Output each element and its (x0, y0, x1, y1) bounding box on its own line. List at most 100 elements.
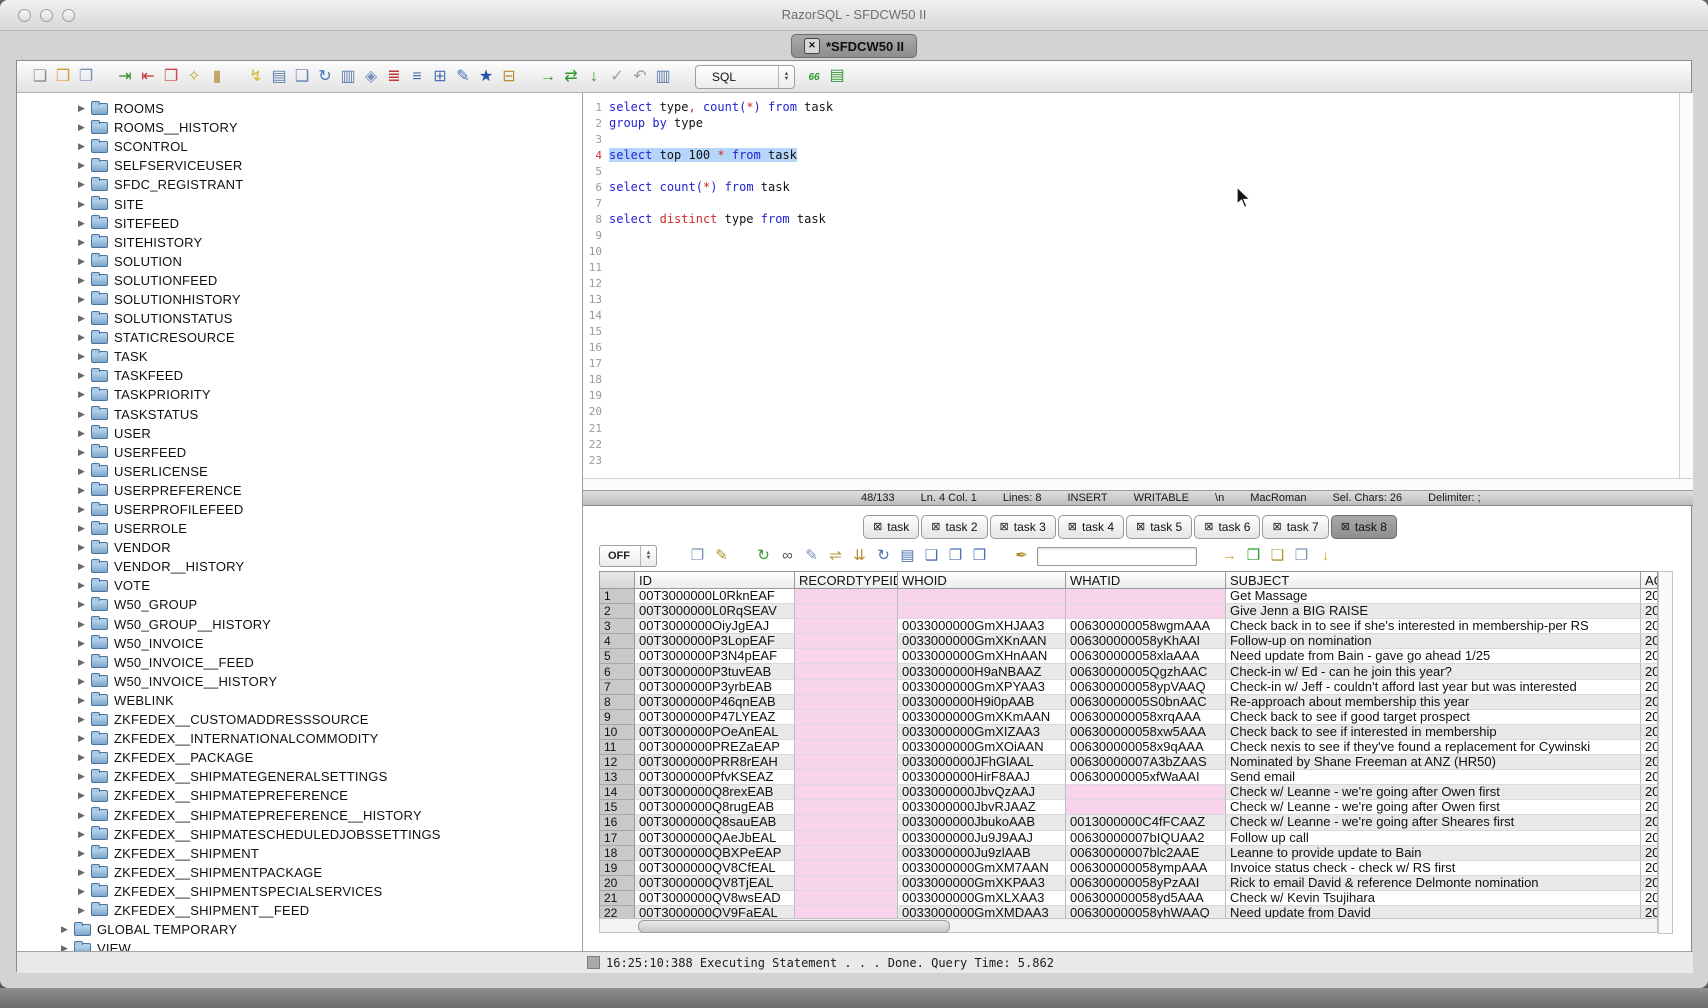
tree-item-task[interactable]: ▶TASK (17, 347, 582, 366)
tree-item-scontrol[interactable]: ▶SCONTROL (17, 137, 582, 156)
tree-item-zkfedex__shipmentspecialservices[interactable]: ▶ZKFEDEX__SHIPMENTSPECIALSERVICES (17, 882, 582, 901)
tree-item-selfserviceuser[interactable]: ▶SELFSERVICEUSER (17, 156, 582, 175)
table-row[interactable]: 1200T3000000PRR8rEAH0033000000JFhGlAAL00… (599, 755, 1658, 770)
new-db-object-icon[interactable]: ✧ (185, 67, 203, 87)
primary-key-icon[interactable]: ✒ (1013, 546, 1030, 566)
disclosure-triangle-icon[interactable]: ▶ (75, 905, 88, 916)
table-horizontal-scrollbar[interactable] (599, 918, 1658, 933)
favorites-icon[interactable]: ★ (477, 67, 495, 87)
disclosure-triangle-icon[interactable]: ▶ (75, 237, 88, 248)
tree-item-solution[interactable]: ▶SOLUTION (17, 252, 582, 271)
result-tab-task-4[interactable]: ⊠task 4 (1058, 515, 1124, 539)
disclosure-triangle-icon[interactable]: ▶ (75, 542, 88, 553)
disclosure-triangle-icon[interactable]: ▶ (75, 676, 88, 687)
copy-table-icon[interactable]: ❒ (971, 546, 988, 566)
table-row[interactable]: 900T3000000P47LYEAZ0033000000GmXKmAAN006… (599, 710, 1658, 725)
tree-item-staticresource[interactable]: ▶STATICRESOURCE (17, 328, 582, 347)
tree-item-vendor[interactable]: ▶VENDOR (17, 538, 582, 557)
disclosure-triangle-icon[interactable]: ▶ (75, 466, 88, 477)
sort-lines-icon[interactable]: ≡ (408, 67, 426, 87)
tree-item-sfdc_registrant[interactable]: ▶SFDC_REGISTRANT (17, 175, 582, 194)
tree-item-solutionfeed[interactable]: ▶SOLUTIONFEED (17, 271, 582, 290)
export-results-icon[interactable]: ❒ (1245, 546, 1262, 566)
table-row[interactable]: 2000T3000000QV8TjEAL0033000000GmXKPAA300… (599, 876, 1658, 891)
disclosure-triangle-icon[interactable]: ▶ (75, 657, 88, 668)
disclosure-triangle-icon[interactable]: ▶ (75, 199, 88, 210)
tree-item-taskpriority[interactable]: ▶TASKPRIORITY (17, 385, 582, 404)
tree-item-zkfedex__shipment__feed[interactable]: ▶ZKFEDEX__SHIPMENT__FEED (17, 901, 582, 920)
bolt-icon[interactable]: ↯ (247, 67, 265, 87)
column-header-WHOID[interactable]: WHOID (898, 571, 1066, 589)
tree-item-taskfeed[interactable]: ▶TASKFEED (17, 366, 582, 385)
tab-close-icon[interactable]: ⊠ (1204, 522, 1213, 533)
history-doc-icon[interactable]: ▥ (654, 67, 672, 87)
tab-close-icon[interactable]: ⊠ (1136, 522, 1145, 533)
table-row[interactable]: 1000T3000000POeAnEAL0033000000GmXIZAA300… (599, 725, 1658, 740)
tree-item-w50_invoice[interactable]: ▶W50_INVOICE (17, 634, 582, 653)
disclosure-triangle-icon[interactable]: ▶ (75, 409, 88, 420)
table-row[interactable]: 400T3000000P3LopEAF0033000000GmXKnAAN006… (599, 634, 1658, 649)
table-row[interactable]: 2100T3000000QV8wsEAD0033000000GmXLXAA300… (599, 891, 1658, 906)
refresh-results-icon[interactable]: ↻ (755, 546, 772, 566)
copy-results-icon[interactable]: ❐ (947, 546, 964, 566)
disclosure-triangle-icon[interactable]: ▶ (75, 179, 88, 190)
stepper-arrows-icon[interactable]: ▲▼ (778, 66, 794, 88)
disclosure-triangle-icon[interactable]: ▶ (75, 103, 88, 114)
tree-item-zkfedex__shipmategeneralsettings[interactable]: ▶ZKFEDEX__SHIPMATEGENERALSETTINGS (17, 767, 582, 786)
split-view-icon[interactable]: ⇌ (827, 546, 844, 566)
insert-rows-icon[interactable]: ⇊ (851, 546, 868, 566)
table-view-icon[interactable]: ▤ (899, 546, 916, 566)
disclosure-triangle-icon[interactable]: ▶ (75, 447, 88, 458)
result-tab-task[interactable]: ⊠task (863, 515, 919, 539)
tree-item-vote[interactable]: ▶VOTE (17, 576, 582, 595)
fetch-icon[interactable]: ↓ (585, 67, 603, 87)
tree-item-userfeed[interactable]: ▶USERFEED (17, 443, 582, 462)
disclosure-triangle-icon[interactable]: ▶ (75, 561, 88, 572)
table-export-icon[interactable]: ⊟ (500, 67, 518, 87)
column-header-rownum[interactable] (599, 571, 635, 589)
off-dropdown[interactable]: OFF ▲▼ (599, 545, 657, 567)
result-tab-task-7[interactable]: ⊠task 7 (1262, 515, 1328, 539)
tree-item-view[interactable]: ▶VIEW (17, 939, 582, 951)
disclosure-triangle-icon[interactable]: ▶ (75, 389, 88, 400)
disclosure-triangle-icon[interactable]: ▶ (75, 886, 88, 897)
tree-item-rooms__history[interactable]: ▶ROOMS__HISTORY (17, 118, 582, 137)
disclosure-triangle-icon[interactable]: ▶ (75, 351, 88, 362)
tree-item-w50_group[interactable]: ▶W50_GROUP (17, 595, 582, 614)
column-header-WHATID[interactable]: WHATID (1066, 571, 1226, 589)
disclosure-triangle-icon[interactable]: ▶ (75, 428, 88, 439)
disclosure-triangle-icon[interactable]: ▶ (75, 733, 88, 744)
disclosure-triangle-icon[interactable]: ▶ (75, 256, 88, 267)
notebook-icon[interactable]: ▥ (339, 67, 357, 87)
disclosure-triangle-icon[interactable]: ▶ (75, 619, 88, 630)
table-row[interactable]: 1400T3000000Q8rexEAB0033000000JbvQzAAJCh… (599, 785, 1658, 800)
column-header-SUBJECT[interactable]: SUBJECT (1226, 571, 1641, 589)
tree-item-zkfedex__shipment[interactable]: ▶ZKFEDEX__SHIPMENT (17, 844, 582, 863)
execute-all-icon[interactable]: ⇄ (562, 67, 580, 87)
tree-item-w50_group__history[interactable]: ▶W50_GROUP__HISTORY (17, 615, 582, 634)
database-tree-sidebar[interactable]: ▶ROOMS▶ROOMS__HISTORY▶SCONTROL▶SELFSERVI… (17, 93, 583, 951)
table-row[interactable]: 1600T3000000Q8sauEAB0033000000JbukoAAB00… (599, 815, 1658, 830)
table-hscroll-thumb[interactable] (638, 920, 950, 933)
connect-db-icon[interactable]: ⇥ (116, 67, 134, 87)
disclosure-triangle-icon[interactable]: ▶ (75, 867, 88, 878)
checklist-icon[interactable]: ▤ (270, 67, 288, 87)
table-row[interactable]: 1300T3000000PfvKSEAZ0033000000HirF8AAJ00… (599, 770, 1658, 785)
disclosure-triangle-icon[interactable]: ▶ (75, 504, 88, 515)
disconnect-db-icon[interactable]: ⇤ (139, 67, 157, 87)
disclosure-triangle-icon[interactable]: ▶ (75, 370, 88, 381)
tree-item-zkfedex__shipmentpackage[interactable]: ▶ZKFEDEX__SHIPMENTPACKAGE (17, 863, 582, 882)
table-row[interactable]: 500T3000000P3N4pEAF0033000000GmXHnAAN006… (599, 649, 1658, 664)
rollback-icon[interactable]: ↶ (631, 67, 649, 87)
go-search-icon[interactable]: → (1221, 546, 1238, 566)
tree-item-userprofilefeed[interactable]: ▶USERPROFILEFEED (17, 500, 582, 519)
tab-close-icon[interactable]: ⊠ (1341, 522, 1350, 533)
tree-item-taskstatus[interactable]: ▶TASKSTATUS (17, 405, 582, 424)
disclosure-triangle-icon[interactable]: ▶ (75, 275, 88, 286)
table-row[interactable]: 700T3000000P3yrbEAB0033000000GmXPYAA3006… (599, 680, 1658, 695)
result-tab-task-2[interactable]: ⊠task 2 (921, 515, 987, 539)
tree-item-zkfedex__package[interactable]: ▶ZKFEDEX__PACKAGE (17, 748, 582, 767)
disclosure-triangle-icon[interactable]: ▶ (58, 924, 71, 935)
copy-stop-icon[interactable]: ❐ (162, 67, 180, 87)
tree-item-site[interactable]: ▶SITE (17, 194, 582, 213)
